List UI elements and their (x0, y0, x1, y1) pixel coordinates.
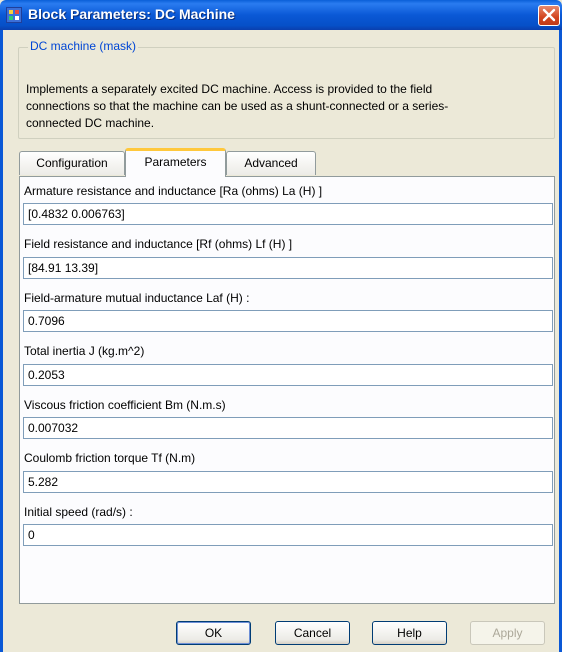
inertia-field[interactable] (23, 364, 553, 386)
initial-speed-label: Initial speed (rad/s) : (24, 505, 133, 519)
initial-speed-field[interactable] (23, 524, 553, 546)
help-button[interactable]: Help (372, 621, 447, 645)
viscous-friction-field[interactable] (23, 417, 553, 439)
apply-button[interactable]: Apply (470, 621, 545, 645)
mask-legend: DC machine (mask) (28, 39, 139, 53)
inertia-label: Total inertia J (kg.m^2) (24, 344, 145, 358)
mutual-inductance-field[interactable] (23, 310, 553, 332)
mask-description-line: Implements a separately excited DC machi… (26, 82, 433, 96)
mask-description: Implements a separately excited DC machi… (26, 81, 546, 132)
tab-parameters[interactable]: Parameters (125, 148, 226, 177)
field-resistance-label: Field resistance and inductance [Rf (ohm… (24, 237, 293, 251)
cancel-button[interactable]: Cancel (275, 621, 350, 645)
field-resistance-field[interactable] (23, 257, 553, 279)
armature-field[interactable] (23, 203, 553, 225)
viscous-friction-label: Viscous friction coefficient Bm (N.m.s) (24, 398, 226, 412)
window-title: Block Parameters: DC Machine (28, 6, 235, 22)
tab-configuration[interactable]: Configuration (19, 151, 125, 175)
tab-advanced[interactable]: Advanced (226, 151, 316, 175)
mask-description-line: connected DC machine. (26, 116, 155, 130)
mutual-inductance-label: Field-armature mutual inductance Laf (H)… (24, 291, 250, 305)
close-button[interactable] (538, 5, 560, 26)
simulink-block-icon (6, 7, 22, 23)
close-icon (542, 8, 556, 22)
ok-button[interactable]: OK (176, 621, 251, 645)
title-bar[interactable]: Block Parameters: DC Machine (0, 0, 562, 30)
coulomb-friction-label: Coulomb friction torque Tf (N.m) (24, 451, 196, 465)
coulomb-friction-field[interactable] (23, 471, 553, 493)
armature-label: Armature resistance and inductance [Ra (… (24, 184, 323, 198)
mask-description-line: connections so that the machine can be u… (26, 99, 449, 113)
